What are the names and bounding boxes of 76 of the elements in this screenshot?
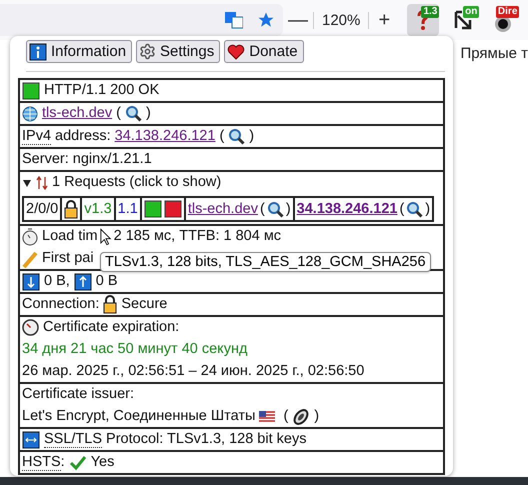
paren-open: ( — [283, 407, 288, 426]
status-icon — [144, 200, 162, 218]
stopwatch-icon — [22, 228, 38, 246]
settings-icon — [139, 43, 156, 60]
extension-button[interactable]: Dire — [487, 4, 520, 36]
tab-button[interactable]: Settings — [136, 40, 220, 63]
hsts-value: Yes — [90, 453, 114, 472]
ip-link[interactable]: 34.138.246.121 — [114, 127, 216, 146]
search-icon[interactable] — [406, 200, 424, 218]
validity-range: 26 мар. 2025 г., 02:56:51 – 24 июн. 2025 г., 02:56:50 — [22, 362, 364, 381]
upload-size: 0 B — [96, 272, 118, 291]
issuer-name: Let's Encrypt, Соединенные Штаты — [22, 407, 256, 426]
paren-open: ( — [219, 127, 224, 146]
extension-button[interactable]: 1.3 — [407, 4, 440, 36]
requests-summary[interactable]: 1 Requests (click to show) — [52, 173, 222, 192]
extension-badge: 1.3 — [421, 6, 440, 18]
load-time-text: 2 185 мс, TTFB: 1 804 мс — [114, 227, 282, 246]
hsts-label: HSTS — [22, 454, 61, 471]
bookmark-link[interactable]: Прямые т — [460, 45, 528, 62]
paren-close: ) — [425, 200, 430, 218]
translate-icon[interactable] — [225, 11, 243, 29]
time-remaining: 34 дня 21 час 50 минут 40 секунд — [22, 340, 248, 359]
download-icon — [22, 272, 40, 290]
flag-icon — [259, 410, 276, 422]
star-icon[interactable] — [257, 11, 275, 29]
upload-icon — [74, 272, 92, 290]
http-version: 1.1 — [118, 200, 138, 218]
extension-badge: Dire — [496, 6, 520, 18]
status-icon — [22, 82, 40, 100]
search-icon[interactable] — [228, 128, 246, 145]
paren-open: ( — [116, 104, 121, 123]
sort-arrows-icon — [36, 176, 48, 190]
tab-button[interactable]: Donate — [224, 40, 304, 63]
colon: : — [60, 453, 65, 472]
search-icon[interactable] — [266, 200, 284, 218]
tooltip: TLSv1.3, 128 bits, TLS_AES_128_GCM_SHA256 — [100, 252, 431, 272]
request-counts: 2/0/0 — [26, 200, 58, 218]
issuer-title: Certificate issuer: — [22, 385, 134, 404]
tab-button[interactable]: Information — [26, 40, 132, 63]
paren-open: ( — [260, 200, 265, 218]
ip-version-label: IPv4 — [22, 128, 52, 145]
zoom-in-button[interactable]: + — [369, 8, 400, 32]
info-icon — [29, 42, 47, 60]
connection-label: Connection: — [22, 295, 100, 314]
tls-version: v1.3 — [84, 200, 112, 218]
extension-badge: on — [463, 6, 480, 18]
first-paint-text: First pai — [42, 249, 94, 268]
globe-icon — [22, 106, 38, 122]
heart-icon — [227, 44, 246, 60]
disclosure-triangle-icon[interactable] — [22, 178, 32, 188]
load-time-text: Load tim — [42, 227, 98, 246]
paren-close: ) — [249, 127, 254, 146]
cursor-icon — [100, 228, 112, 246]
address-label: address: — [55, 127, 111, 146]
zoom-out-button[interactable]: — — [283, 8, 313, 32]
host-link[interactable]: tls-ech.dev — [188, 200, 258, 218]
paren-close: ) — [314, 407, 320, 426]
zoom-level: 120% — [313, 12, 370, 28]
search-icon[interactable] — [124, 105, 142, 122]
chain-link-icon[interactable] — [292, 408, 310, 426]
host-link[interactable]: tls-ech.dev — [42, 104, 112, 123]
clock-icon — [22, 319, 39, 336]
connection-status: Secure — [121, 295, 168, 314]
status-icon — [164, 200, 182, 218]
paren-close: ) — [146, 104, 151, 123]
status-text: HTTP/1.1 200 OK — [44, 81, 160, 100]
expiration-title: Certificate expiration: — [43, 318, 180, 337]
padlock-icon — [64, 200, 78, 218]
pencil-icon — [22, 250, 38, 268]
download-size: 0 B, — [44, 272, 70, 291]
paren-open: ( — [399, 200, 404, 218]
server-text: Server: nginx/1.21.1 — [22, 150, 152, 169]
ip-link[interactable]: 34.138.246.121 — [296, 200, 398, 218]
protocol-text: Protocol: TLSv1.3, 128 bit keys — [106, 430, 306, 449]
protocol-label: SSL/TLS — [44, 431, 102, 448]
paren-close: ) — [286, 200, 291, 218]
